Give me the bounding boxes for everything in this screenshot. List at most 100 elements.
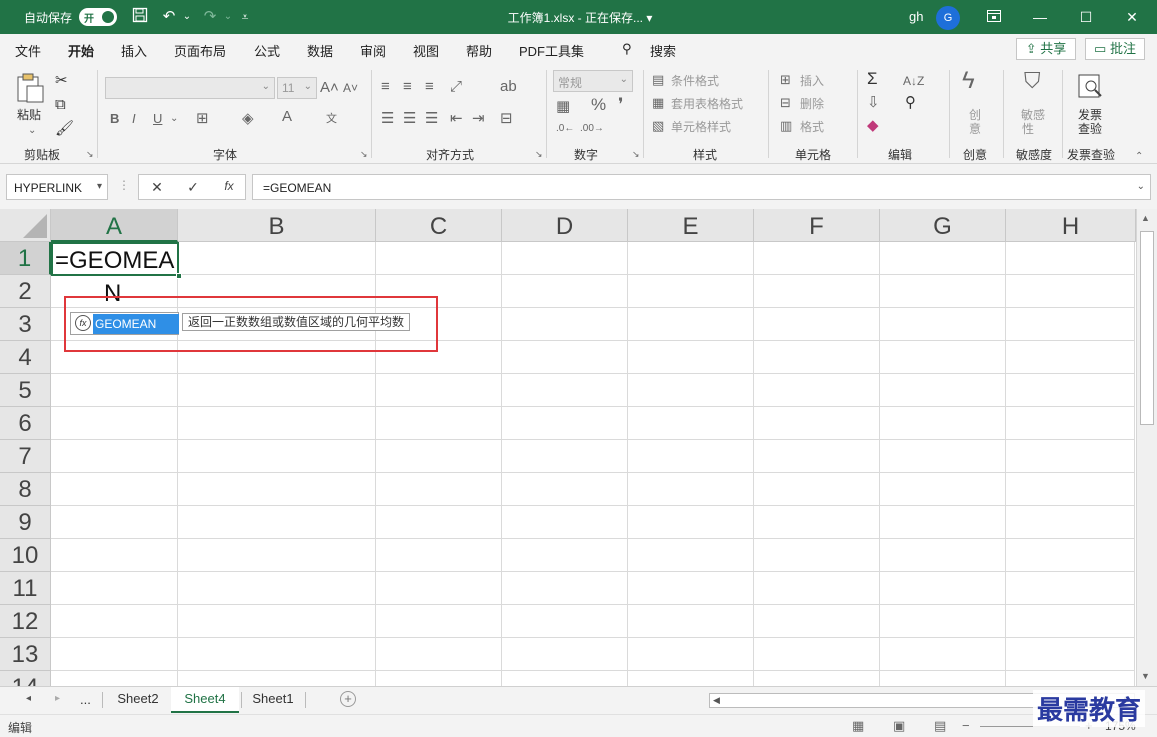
scroll-up-icon[interactable]: ▲ [1141, 213, 1150, 223]
sheet-tab-sheet1[interactable]: Sheet1 [243, 687, 303, 713]
comma-style-icon[interactable]: ❜ [618, 96, 623, 114]
clipboard-launcher-icon[interactable]: ↘ [86, 149, 94, 160]
tab-insert[interactable]: 插入 [121, 41, 147, 60]
delete-cells-button[interactable]: 删除 [800, 95, 824, 112]
alignment-launcher-icon[interactable]: ↘ [535, 149, 543, 160]
scroll-left-icon[interactable]: ◀ [713, 695, 720, 706]
orientation-icon[interactable]: ⤢ [450, 78, 462, 96]
add-sheet-icon[interactable]: + [340, 691, 356, 707]
format-as-table-button[interactable]: 套用表格格式 [671, 95, 743, 112]
sort-filter-icon[interactable]: A↓Z [903, 72, 924, 90]
conditional-format-button[interactable]: 条件格式 [671, 72, 719, 89]
format-painter-icon[interactable]: 🖌 [55, 120, 74, 138]
save-icon[interactable] [129, 7, 151, 27]
tab-help[interactable]: 帮助 [466, 41, 492, 60]
tab-review[interactable]: 审阅 [360, 41, 386, 60]
document-title[interactable]: 工作簿1.xlsx - 正在保存... ▾ [480, 9, 680, 26]
merge-center-icon[interactable]: ⊟ [500, 110, 513, 128]
autosave-toggle[interactable]: 开 [79, 8, 117, 26]
cut-icon[interactable]: ✂ [55, 72, 68, 90]
accounting-format-icon[interactable]: ▦ [556, 98, 570, 116]
enter-icon[interactable]: ✓ [181, 179, 205, 196]
font-name-combo[interactable]: ⌄ [105, 77, 275, 99]
vertical-scrollbar[interactable]: ▲ ▼ [1136, 209, 1157, 686]
bold-icon[interactable]: B [110, 110, 119, 128]
page-break-view-icon[interactable]: ▤ [934, 718, 946, 734]
column-header-g[interactable]: G [880, 209, 1006, 242]
search-icon[interactable]: ⚲ [622, 41, 632, 57]
font-launcher-icon[interactable]: ↘ [360, 149, 368, 160]
row-header-6[interactable]: 6 [0, 407, 51, 440]
italic-icon[interactable]: I [132, 110, 136, 128]
insert-cells-icon[interactable]: ⊞ [780, 71, 791, 89]
sensitivity-button-line2[interactable]: 性 [1022, 120, 1034, 137]
row-header-3[interactable]: 3 [0, 308, 51, 341]
align-right-icon[interactable]: ☰ [425, 110, 438, 128]
sheet-tab-sheet4[interactable]: Sheet4 [171, 687, 239, 713]
fill-handle[interactable] [176, 273, 182, 279]
column-header-a[interactable]: A [51, 209, 178, 242]
formula-bar-grip-icon[interactable]: ⋮ [118, 178, 130, 192]
format-as-table-icon[interactable]: ▦ [652, 94, 664, 112]
comments-button[interactable]: ▭ 批注 [1085, 38, 1145, 60]
invoice-check-icon[interactable] [1075, 72, 1105, 105]
avatar[interactable]: G [936, 6, 960, 30]
decrease-decimal-icon[interactable]: .00→ [580, 120, 604, 138]
underline-dropdown-icon[interactable]: ⌄ [170, 110, 178, 128]
sheet-tab-sheet2[interactable]: Sheet2 [106, 687, 170, 713]
lightning-icon[interactable]: ϟ [962, 69, 975, 93]
formula-input[interactable]: =GEOMEAN ⌄ [252, 174, 1151, 200]
normal-view-icon[interactable]: ▦ [852, 718, 864, 734]
tab-file[interactable]: 文件 [15, 41, 41, 60]
decrease-font-icon[interactable]: A˅ [343, 79, 358, 97]
row-header-8[interactable]: 8 [0, 473, 51, 506]
undo-dropdown-icon[interactable]: ⌄ [176, 7, 198, 27]
number-format-combo[interactable]: 常规 ⌄ [553, 70, 633, 92]
align-bottom-icon[interactable]: ≡ [425, 78, 434, 96]
row-header-2[interactable]: 2 [0, 275, 51, 308]
column-header-e[interactable]: E [628, 209, 754, 242]
prev-sheet-icon[interactable]: ◂ [26, 693, 31, 704]
tab-pdf-tools[interactable]: PDF工具集 [519, 41, 584, 60]
borders-icon[interactable]: ⊞ [196, 110, 209, 128]
zoom-out-icon[interactable]: − [962, 718, 970, 733]
font-size-combo[interactable]: 11 ⌄ [277, 77, 317, 99]
row-header-7[interactable]: 7 [0, 440, 51, 473]
insert-function-icon[interactable]: fx [217, 179, 241, 193]
minimize-icon[interactable]: — [1017, 2, 1063, 32]
user-name[interactable]: gh [909, 9, 923, 24]
tab-formulas[interactable]: 公式 [254, 41, 280, 60]
close-icon[interactable]: ✕ [1109, 2, 1155, 32]
row-header-9[interactable]: 9 [0, 506, 51, 539]
customize-qat-icon[interactable]: ⩡ [234, 7, 256, 27]
column-header-d[interactable]: D [502, 209, 628, 242]
ribbon-display-icon[interactable] [971, 2, 1017, 32]
tab-view[interactable]: 视图 [413, 41, 439, 60]
tab-page-layout[interactable]: 页面布局 [174, 41, 226, 60]
insert-cells-button[interactable]: 插入 [800, 72, 824, 89]
creative-button-line2[interactable]: 意 [969, 120, 981, 137]
increase-decimal-icon[interactable]: .0← [556, 120, 574, 138]
font-color-icon[interactable]: A [282, 108, 292, 126]
copy-icon[interactable]: ⧉ [55, 96, 66, 114]
fill-icon[interactable]: ⇩ [867, 94, 880, 112]
next-sheet-icon[interactable]: ▸ [55, 693, 60, 704]
expand-formula-bar-icon[interactable]: ⌄ [1137, 181, 1145, 192]
invoice-button-line2[interactable]: 查验 [1078, 120, 1102, 137]
paste-icon[interactable] [14, 72, 46, 104]
sensitivity-icon[interactable]: ⛉ [1024, 70, 1041, 92]
search-label[interactable]: 搜索 [650, 41, 676, 60]
align-center-icon[interactable]: ☰ [403, 110, 416, 128]
tab-data[interactable]: 数据 [307, 41, 333, 60]
tab-home[interactable]: 开始 [68, 41, 95, 67]
vertical-scroll-thumb[interactable] [1140, 231, 1154, 425]
more-sheets-button[interactable]: ... [80, 692, 91, 707]
conditional-format-icon[interactable]: ▤ [652, 71, 664, 89]
share-button[interactable]: ⇪ 共享 [1016, 38, 1076, 60]
row-header-10[interactable]: 10 [0, 539, 51, 572]
select-all-button[interactable] [0, 209, 51, 242]
row-header-13[interactable]: 13 [0, 638, 51, 671]
column-header-c[interactable]: C [376, 209, 502, 242]
name-box[interactable]: HYPERLINK ▾ [6, 174, 108, 200]
format-cells-button[interactable]: 格式 [800, 118, 824, 135]
